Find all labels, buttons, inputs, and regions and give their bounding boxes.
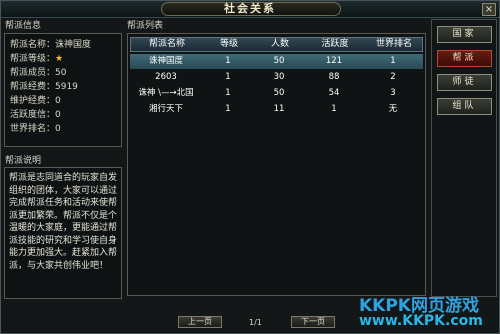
tab-mentor[interactable]: 师徒 [437,74,492,91]
table-row[interactable]: 湘行天下 1 11 1 无 [130,102,423,117]
site-watermark: KKPK网页游戏 www.KKPK.com [359,291,499,333]
desc-line: 温暖的大家庭，更能通过帮 [9,223,118,233]
guild-info-label: 帮派信息 [5,21,42,31]
guild-members: 帮派成员：50 [10,68,67,78]
cell-name: 诛神国度 [148,56,183,66]
next-page-button[interactable]: 下一页 [291,316,335,328]
star-icon: ★ [55,54,64,64]
cell-name: 2603 [155,72,177,82]
table-header: 帮派名称 等级 人数 活跃度 世界排名 [130,37,423,52]
guild-world-rank: 世界排名：0 [10,124,61,134]
guild-info-panel: 帮派名称：诛神国度 帮派等级：★ 帮派成员：50 帮派经费：5919 维护经费：… [4,33,122,147]
cell-members: 50 [273,88,285,98]
table-row[interactable]: 诛神 \—→北国 1 50 54 3 [130,86,423,101]
tab-country[interactable]: 国家 [437,26,492,43]
guild-maintenance: 维护经费：0 [10,96,61,106]
cell-activity: 54 [328,88,340,98]
cell-rank: 3 [390,88,396,98]
relation-tabs-sidebar: 国家 帮派 师徒 组队 [431,19,497,297]
prev-page-button[interactable]: 上一页 [178,316,222,328]
social-relations-window: 社会关系 × 帮派信息 帮派名称：诛神国度 帮派等级：★ 帮派成员：50 帮派经… [0,0,500,334]
cell-activity: 121 [325,56,343,66]
tab-team[interactable]: 组队 [437,98,492,115]
cell-members: 30 [273,72,285,82]
cell-members: 11 [273,104,285,114]
cell-members: 50 [273,56,285,66]
guild-level-row: 帮派等级：★ [10,54,63,65]
table-row[interactable]: 2603 1 30 88 2 [130,70,423,85]
guild-desc-label: 帮派说明 [5,156,42,166]
guild-name-value: 诛神国度 [55,40,92,50]
cell-rank: 2 [390,72,396,82]
cell-level: 1 [225,104,231,114]
guild-list-label: 帮派列表 [127,21,164,31]
cell-level: 1 [225,56,231,66]
guild-list-table: 帮派名称 等级 人数 活跃度 世界排名 诛神国度 1 50 121 1 2603… [127,33,426,296]
desc-line: 派更加繁荣。帮派不仅是个 [9,210,118,221]
page-indicator: 1/1 [249,318,262,327]
guild-name-label: 帮派名称： [10,40,56,50]
cell-rank: 1 [390,56,396,66]
desc-line: 完成帮派任务和活动来使帮 [9,198,118,208]
table-row[interactable]: 诛神国度 1 50 121 1 [130,54,423,69]
column-header-name[interactable]: 帮派名称 [131,38,203,51]
cell-name: 湘行天下 [148,104,183,114]
guild-name-row: 帮派名称：诛神国度 [10,40,91,51]
desc-line: 派技能的研究和学习使自身 [9,235,118,246]
watermark-bottom: www.KKPK.com [359,313,483,329]
column-header-level[interactable]: 等级 [203,38,255,51]
cell-activity: 1 [331,104,337,114]
cell-rank: 无 [388,104,398,114]
desc-line: 组织的团体，大家可以通过 [9,185,118,196]
guild-desc-panel: 帮派是志同道合的玩家自发 组织的团体，大家可以通过 完成帮派任务和活动来使帮 派… [4,167,122,299]
guild-funds: 帮派经费：5919 [10,82,78,92]
cell-activity: 88 [328,72,340,82]
desc-line: 派，与大家共创伟业吧！ [9,260,109,271]
cell-name: 诛神 \—→北国 [138,88,194,98]
guild-activity: 活跃度信：0 [10,110,61,120]
desc-line: 帮派是志同道合的玩家自发 [9,173,118,183]
guild-desc-text: 帮派是志同道合的玩家自发 组织的团体，大家可以通过 完成帮派任务和活动来使帮 派… [9,172,121,272]
column-header-rank[interactable]: 世界排名 [365,38,423,51]
cell-level: 1 [225,88,231,98]
cell-level: 1 [225,72,231,82]
window-title: 社会关系 [224,2,276,15]
close-button[interactable]: × [482,3,496,16]
tab-guild[interactable]: 帮派 [437,50,492,67]
guild-level-label: 帮派等级： [10,54,56,64]
column-header-members[interactable]: 人数 [255,38,305,51]
column-header-activity[interactable]: 活跃度 [305,38,365,51]
title-bar: 社会关系 × [1,1,499,18]
desc-line: 能力更加强大。赶紧加入帮 [9,248,118,258]
